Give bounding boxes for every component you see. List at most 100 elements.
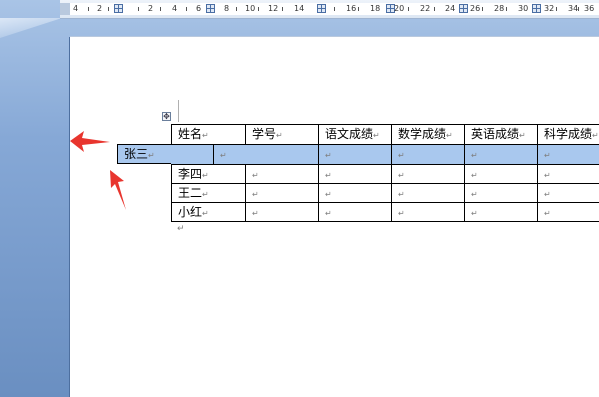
table-cell[interactable]: ↵ <box>537 183 599 202</box>
table-cell[interactable]: ↵ <box>464 183 537 202</box>
table-cell[interactable]: ↵ <box>537 202 599 221</box>
table-cell[interactable]: 王二↵ <box>171 183 245 202</box>
ruler-label: 10 <box>245 4 256 13</box>
ruler-column-marker[interactable] <box>114 4 123 13</box>
cell-end-mark: ↵ <box>519 131 526 140</box>
workspace-highlight <box>0 18 62 38</box>
cell-end-mark: ↵ <box>592 131 599 140</box>
cell-end-mark: ↵ <box>544 151 551 160</box>
cell-end-mark: ↵ <box>325 209 332 218</box>
ruler-label: 34 <box>568 4 579 13</box>
table-cell[interactable]: ↵ <box>464 164 537 183</box>
table-cell[interactable]: ↵ <box>245 183 318 202</box>
table-cell[interactable]: ↵ <box>537 164 599 183</box>
table-header-cell[interactable]: 英语成绩↵ <box>464 124 537 144</box>
ruler-tick <box>138 7 139 11</box>
ruler-label: 12 <box>268 4 279 13</box>
ruler-tick <box>160 7 161 11</box>
cell-end-mark: ↵ <box>148 151 155 160</box>
ruler-label: 24 <box>445 4 456 13</box>
table-cell[interactable]: ↵ <box>391 183 464 202</box>
ruler-label: 20 <box>394 4 405 13</box>
table-header-cell[interactable]: 姓名↵ <box>171 124 245 144</box>
table-cell[interactable]: 李四↵ <box>171 164 245 183</box>
row-name: 张三 <box>124 147 149 161</box>
cell-end-mark: ↵ <box>276 131 283 140</box>
table-cell[interactable]: ↵ <box>245 202 318 221</box>
cell-end-mark: ↵ <box>252 190 259 199</box>
ruler-tick <box>108 7 109 11</box>
arrow-up-icon <box>110 170 126 210</box>
cell-end-mark: ↵ <box>398 151 405 160</box>
table-cell-selected[interactable]: ↵ <box>318 144 391 164</box>
cell-end-mark: ↵ <box>398 190 405 199</box>
cell-end-mark: ↵ <box>471 209 478 218</box>
ruler-tick <box>482 7 483 11</box>
table-bottom-border <box>171 221 599 222</box>
ruler-label: 26 <box>470 4 481 13</box>
ruler-label: 4 <box>73 4 79 13</box>
ruler-left-margin[interactable] <box>60 3 70 15</box>
ruler-label: 4 <box>172 4 178 13</box>
table-header-cell[interactable]: 语文成绩↵ <box>318 124 391 144</box>
header-label: 语文成绩 <box>325 127 374 141</box>
ruler-label: 18 <box>370 4 381 13</box>
header-label: 英语成绩 <box>471 127 520 141</box>
row-name: 李四 <box>178 167 203 181</box>
cell-end-mark: ↵ <box>325 171 332 180</box>
cell-end-mark: ↵ <box>325 151 332 160</box>
cell-end-mark: ↵ <box>544 190 551 199</box>
cell-end-mark: ↵ <box>544 171 551 180</box>
table-move-handle-icon[interactable]: ✥ <box>162 112 171 121</box>
table-cell-selected[interactable]: ↵ <box>464 144 537 164</box>
ruler-label: 36 <box>584 4 595 13</box>
header-label: 科学成绩 <box>544 127 593 141</box>
table-cell[interactable]: ↵ <box>391 202 464 221</box>
table-cell-selected[interactable]: 张三↵ <box>117 144 213 164</box>
cell-end-mark: ↵ <box>252 209 259 218</box>
ruler-label: 22 <box>420 4 431 13</box>
ruler-column-marker[interactable] <box>532 4 541 13</box>
ruler-label: 2 <box>97 4 103 13</box>
ruler-tick <box>186 7 187 11</box>
cell-end-mark: ↵ <box>202 209 209 218</box>
ruler-tick <box>258 7 259 11</box>
table-cell[interactable]: ↵ <box>318 202 391 221</box>
ruler-tick <box>334 7 335 11</box>
ruler-tick <box>88 7 89 11</box>
ruler-column-marker[interactable] <box>317 4 326 13</box>
ruler-tick <box>358 7 359 11</box>
header-label: 姓名 <box>178 127 203 141</box>
selected-row-bottom-border <box>117 163 171 164</box>
table-cell[interactable]: ↵ <box>318 183 391 202</box>
table-cell[interactable]: 小红↵ <box>171 202 245 221</box>
cell-end-mark: ↵ <box>325 190 332 199</box>
ruler-label: 6 <box>196 4 202 13</box>
table-cell-selected[interactable]: ↵ <box>537 144 599 164</box>
table-header-cell[interactable]: 数学成绩↵ <box>391 124 464 144</box>
table-cell[interactable]: ↵ <box>318 164 391 183</box>
cell-end-mark: ↵ <box>373 131 380 140</box>
ruler-tick <box>578 7 579 11</box>
table-cell[interactable]: ↵ <box>245 164 318 183</box>
ruler-label: 30 <box>518 4 529 13</box>
ruler-label: 14 <box>294 4 305 13</box>
table-header-cell[interactable]: 学号↵ <box>245 124 318 144</box>
table-header-cell[interactable]: 科学成绩↵ <box>537 124 599 144</box>
table-cell[interactable]: ↵ <box>391 164 464 183</box>
table-cell-selected[interactable]: ↵ <box>391 144 464 164</box>
paragraph-mark: ↵ <box>177 224 185 234</box>
ruler-tick <box>282 7 283 11</box>
ruler-tick <box>408 7 409 11</box>
ruler-column-marker[interactable] <box>459 4 468 13</box>
cell-end-mark: ↵ <box>446 131 453 140</box>
table-cell[interactable]: ↵ <box>464 202 537 221</box>
cell-end-mark: ↵ <box>471 151 478 160</box>
ruler-column-marker[interactable] <box>206 4 215 13</box>
cell-end-mark: ↵ <box>398 171 405 180</box>
ruler-label: 2 <box>148 4 154 13</box>
table-cell-selected[interactable]: ↵ <box>213 144 318 164</box>
horizontal-ruler[interactable]: 4 2 2 4 6 8 10 12 14 16 18 20 22 24 26 2… <box>60 0 599 19</box>
header-label: 数学成绩 <box>398 127 447 141</box>
ruler-tick <box>434 7 435 11</box>
